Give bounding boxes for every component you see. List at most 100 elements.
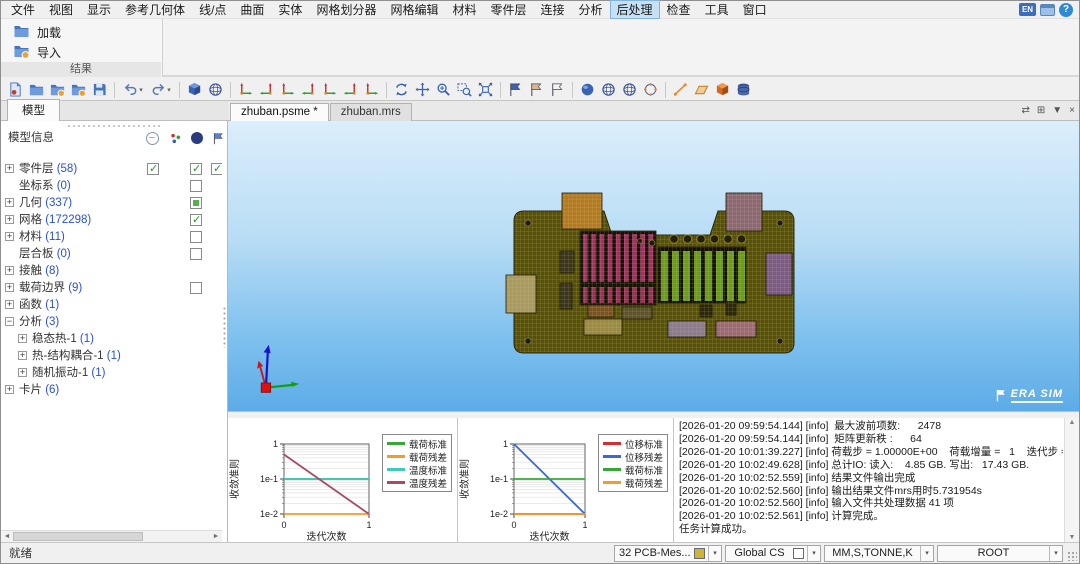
menu-item-5[interactable]: 线/点 [192,0,233,19]
expander-icon[interactable]: − [5,317,14,326]
viewport-3d[interactable]: ERA SIM [228,121,1079,413]
fit-view-icon[interactable] [476,80,495,99]
open-folder-badge-icon[interactable] [48,80,67,99]
menu-item-9[interactable]: 网格编辑 [383,0,445,19]
solid-box-icon[interactable] [713,80,732,99]
color-legend-icon[interactable] [168,131,182,145]
flag-outline-icon[interactable] [548,80,567,99]
tab-model[interactable]: 模型 [7,99,60,121]
rotate-view-icon[interactable] [392,80,411,99]
tree-horizontal-scrollbar[interactable]: ◄ ► [1,530,222,542]
mesh-sphere-icon[interactable] [206,80,225,99]
open-folder-badge-alt-icon[interactable] [69,80,88,99]
scrollbar-thumb[interactable] [13,532,143,541]
expander-icon[interactable]: + [18,368,27,377]
pan-view-icon[interactable] [413,80,432,99]
import-file-icon[interactable] [6,80,25,99]
expander-icon[interactable]: + [18,351,27,360]
panel-splitter-handle[interactable] [222,306,227,348]
visibility-checkbox[interactable] [190,197,202,209]
axis-zx-icon[interactable] [278,80,297,99]
section-plane-icon[interactable] [692,80,711,99]
visibility-checkbox[interactable] [190,248,202,260]
undo-arrow-icon[interactable] [120,80,146,99]
log-scrollbar[interactable]: ▲ ▼ [1064,418,1079,542]
redo-arrow-icon[interactable] [148,80,174,99]
menu-item-16[interactable]: 工具 [698,0,736,19]
dropdown-caret-icon[interactable]: ▾ [1049,546,1062,561]
tree-item-geometry[interactable]: +几何 (337) [1,195,222,212]
active-part-combo[interactable]: 32 PCB-Mes...▾ [614,545,722,562]
load-results-button[interactable]: 加载 [7,22,158,42]
menu-item-12[interactable]: 连接 [534,0,572,19]
tree-item-cards[interactable]: +卡片 (6) [1,382,222,399]
flag-display-icon[interactable] [211,131,225,145]
visibility-checkbox[interactable] [190,180,202,192]
hidden-line-sphere-icon[interactable] [620,80,639,99]
import-results-button[interactable]: 导入 [7,42,158,62]
document-tab-1[interactable]: zhuban.psme * [230,103,329,121]
menu-item-15[interactable]: 检查 [660,0,698,19]
tree-item-materials[interactable]: +材料 (11) [1,229,222,246]
mesh-points-icon[interactable] [641,80,660,99]
visibility-checkbox[interactable] [190,231,202,243]
tree-item-laminates[interactable]: 层合板 (0) [1,246,222,263]
solver-log-panel[interactable]: [2026-01-20 09:59:54.144] [info] 最大波前项数:… [674,418,1079,542]
tile-windows-icon[interactable]: ⊞ [1037,104,1045,118]
tree-item-mesh[interactable]: +网格 (172298) [1,212,222,229]
menu-item-13[interactable]: 分析 [572,0,610,19]
unit-system-combo[interactable]: MM,S,TONNE,K▾ [824,545,934,562]
scroll-down-icon[interactable]: ▼ [1065,534,1079,541]
mesh-stack-icon[interactable] [734,80,753,99]
visibility-checkbox[interactable] [211,163,222,175]
shaded-cube-icon[interactable] [185,80,204,99]
menu-item-2[interactable]: 视图 [42,0,80,19]
menu-item-11[interactable]: 零件层 [483,0,533,19]
expander-icon[interactable]: + [5,283,14,292]
mesh-display-icon[interactable] [190,131,204,145]
dropdown-caret-icon[interactable]: ▾ [708,546,721,561]
axis-xy-icon[interactable] [236,80,255,99]
menu-item-17[interactable]: 窗口 [736,0,774,19]
dropdown-caret-icon[interactable]: ▾ [920,546,933,561]
menu-item-8[interactable]: 网格划分器 [309,0,383,19]
menu-item-6[interactable]: 曲面 [233,0,271,19]
tree-item-analysis[interactable]: −分析 (3) [1,314,222,331]
axis-flip-x-icon[interactable] [299,80,318,99]
resize-grip[interactable] [1067,551,1077,561]
root-assembly-combo[interactable]: ROOT▾ [937,545,1063,562]
menu-item-14[interactable]: 后处理 [610,0,660,19]
tree-item-parts[interactable]: +零件层 (58) [1,161,222,178]
visibility-icon[interactable]: − [145,131,159,145]
wireframe-sphere-icon[interactable] [599,80,618,99]
menu-item-1[interactable]: 文件 [4,0,42,19]
zoom-view-icon[interactable] [434,80,453,99]
visibility-checkbox[interactable] [190,214,202,226]
axis-iso-icon[interactable] [362,80,381,99]
scroll-left-icon[interactable]: ◄ [1,531,13,542]
help-icon[interactable]: ? [1059,3,1073,17]
expander-icon[interactable]: + [5,164,14,173]
expander-icon[interactable]: + [5,266,14,275]
menu-item-4[interactable]: 参考几何体 [118,0,192,19]
zoom-window-icon[interactable] [455,80,474,99]
window-layout-icon[interactable] [1040,4,1055,16]
tree-item-coordinate-systems[interactable]: 坐标系 (0) [1,178,222,195]
expander-icon[interactable]: + [5,385,14,394]
axis-flip-z-icon[interactable] [341,80,360,99]
panel-drag-handle[interactable] [68,124,160,128]
scroll-right-icon[interactable]: ► [210,531,222,542]
document-tab-2[interactable]: zhuban.mrs [330,103,412,121]
language-badge[interactable]: EN [1019,3,1036,16]
menu-item-10[interactable]: 材料 [445,0,483,19]
tree-item-thermal-structural[interactable]: +热-结构耦合-1 (1) [1,348,222,365]
expander-icon[interactable]: + [18,334,27,343]
menu-item-7[interactable]: 实体 [271,0,309,19]
flag-tan-icon[interactable] [527,80,546,99]
open-folder-icon[interactable] [27,80,46,99]
expander-icon[interactable]: + [5,198,14,207]
tree-item-loads-boundaries[interactable]: +载荷边界 (9) [1,280,222,297]
dock-tab-icon[interactable]: ▼ [1052,104,1062,118]
axis-flip-y-icon[interactable] [320,80,339,99]
expander-icon[interactable]: + [5,215,14,224]
